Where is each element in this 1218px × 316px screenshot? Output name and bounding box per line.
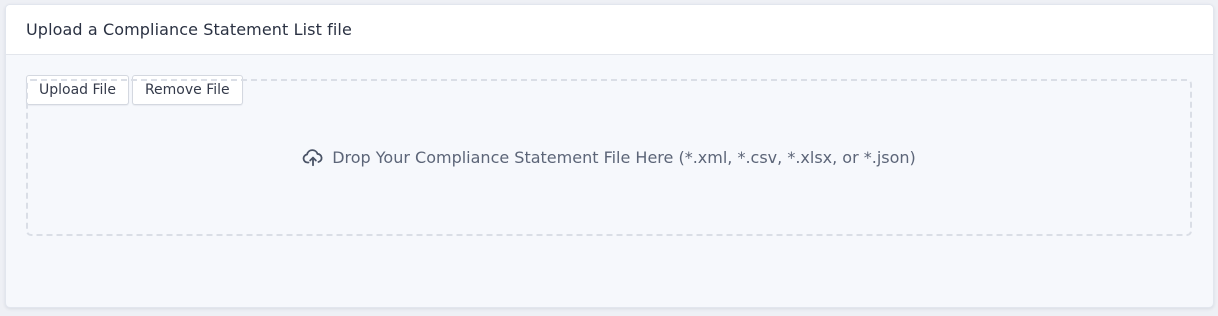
panel-header: Upload a Compliance Statement List file [6,5,1213,55]
panel-title: Upload a Compliance Statement List file [26,20,352,39]
file-dropzone[interactable]: Drop Your Compliance Statement File Here… [26,79,1192,236]
cloud-upload-icon [302,148,324,167]
dropzone-instructions: Drop Your Compliance Statement File Here… [332,148,916,167]
upload-panel: Upload a Compliance Statement List file … [5,4,1214,308]
